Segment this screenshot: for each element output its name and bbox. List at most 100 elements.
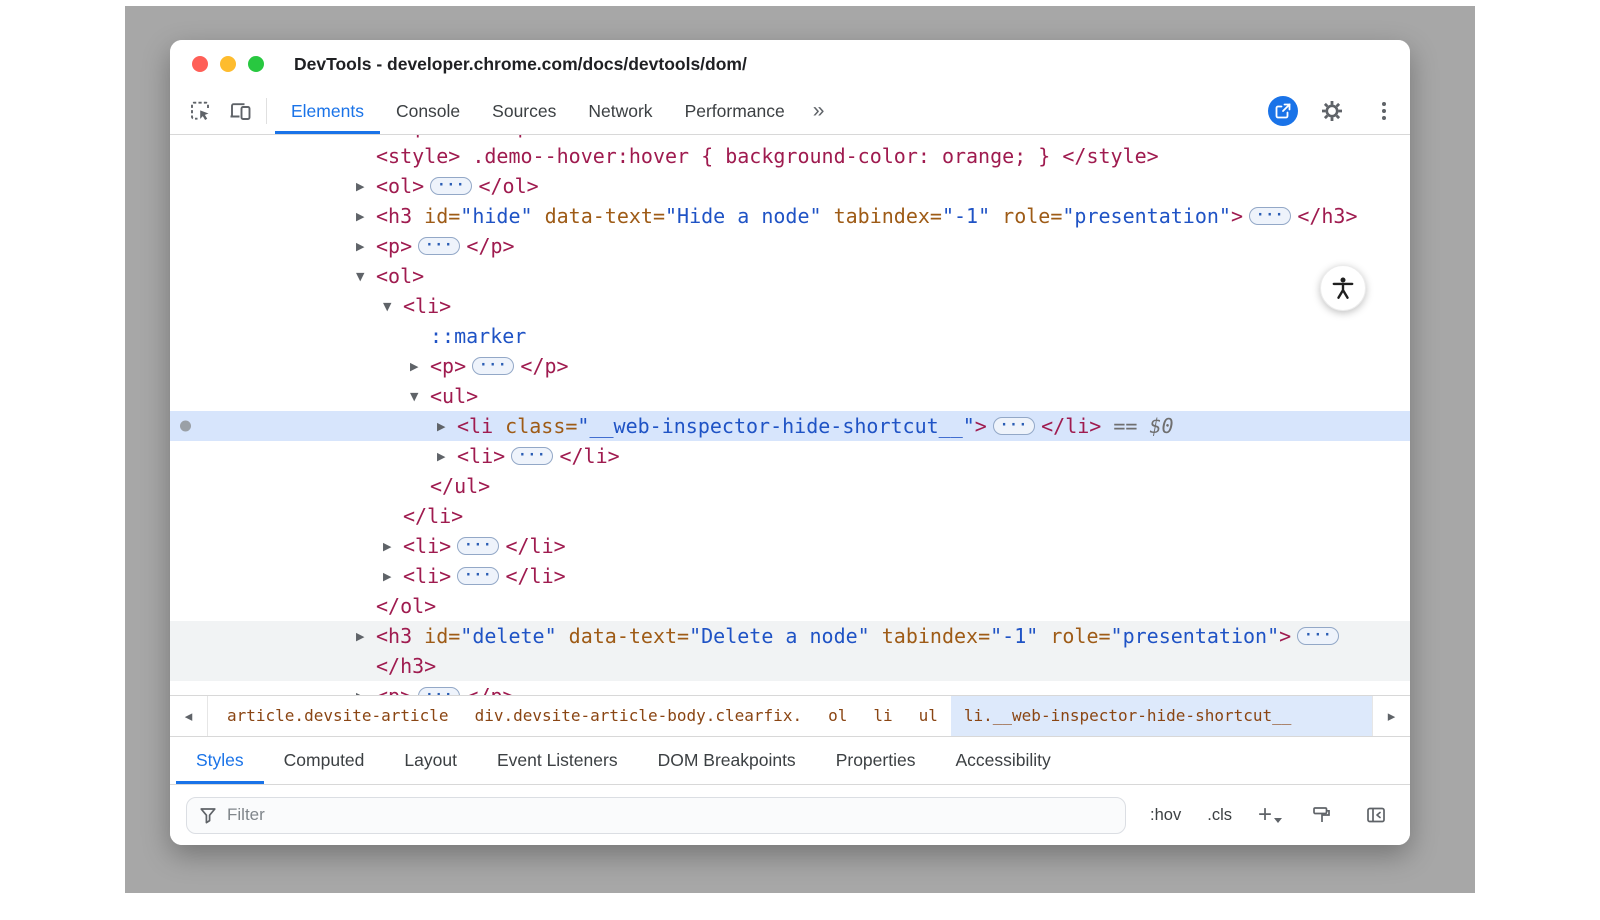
tab-computed[interactable]: Computed xyxy=(264,737,385,784)
code-token-tag: </ul> xyxy=(430,474,490,498)
code-token-pseudo: ::marker xyxy=(430,324,526,348)
sidebar-toggle-button[interactable] xyxy=(1362,801,1390,829)
tab-event-listeners[interactable]: Event Listeners xyxy=(477,737,638,784)
disclosure-down-icon[interactable]: ▼ xyxy=(356,270,376,283)
disclosure-right-icon[interactable]: ▶ xyxy=(437,450,457,463)
tree-row[interactable]: ▼<ul> xyxy=(170,381,1410,411)
zoom-button[interactable] xyxy=(248,56,264,72)
disclosure-right-icon[interactable]: ▶ xyxy=(356,630,376,643)
inspect-element-button[interactable] xyxy=(184,95,216,127)
tree-row[interactable]: ▶<li>···</li> xyxy=(170,441,1410,471)
tab-sources[interactable]: Sources xyxy=(476,88,572,134)
breadcrumb-item[interactable]: li xyxy=(860,696,905,736)
expand-children-button[interactable]: ··· xyxy=(1297,627,1339,645)
filter-input[interactable] xyxy=(227,805,1113,825)
breadcrumb-scroll-right-button[interactable]: ▸ xyxy=(1372,696,1410,736)
tree-row[interactable]: ▼<li> xyxy=(170,291,1410,321)
breadcrumb-item[interactable]: article.devsite-article xyxy=(214,696,462,736)
disclosure-down-icon[interactable]: ▼ xyxy=(410,390,430,403)
disclosure-right-icon[interactable]: ▶ xyxy=(383,540,403,553)
tab-layout[interactable]: Layout xyxy=(384,737,477,784)
breadcrumb-item[interactable]: div.devsite-article-body.clearfix. xyxy=(462,696,816,736)
code-token-val: "hide" xyxy=(460,204,532,228)
tree-row[interactable]: ▶<p>···</p> xyxy=(170,681,1410,695)
code-token-val: "Hide a node" xyxy=(665,204,822,228)
expand-children-button[interactable]: ··· xyxy=(418,687,460,695)
code-token-tag: </h3> xyxy=(376,654,436,678)
tree-row[interactable]: ▶<p>···</p> xyxy=(170,351,1410,381)
breadcrumb-bar: ◂ article.devsite-articlediv.devsite-art… xyxy=(170,695,1410,737)
tree-row[interactable]: ::marker xyxy=(170,321,1410,351)
breadcrumb-item[interactable]: li.__web-inspector-hide-shortcut__ xyxy=(951,696,1372,736)
disclosure-right-icon[interactable]: ▶ xyxy=(356,180,376,193)
code-token-val: "-1" xyxy=(990,624,1038,648)
chevron-left-icon: ◂ xyxy=(185,707,193,725)
tree-row[interactable]: </li> xyxy=(170,501,1410,531)
expand-children-button[interactable]: ··· xyxy=(457,537,499,555)
main-menu-button[interactable] xyxy=(1374,96,1394,126)
title-bar[interactable]: DevTools - developer.chrome.com/docs/dev… xyxy=(170,40,1410,88)
traffic-lights xyxy=(192,56,264,72)
breadcrumb-item[interactable]: ul xyxy=(906,696,951,736)
tree-row[interactable]: ▼<ol> xyxy=(170,261,1410,291)
minimize-button[interactable] xyxy=(220,56,236,72)
code-token-tag: </li> xyxy=(1041,414,1101,438)
disclosure-down-icon[interactable]: ▼ xyxy=(383,300,403,313)
device-toolbar-button[interactable] xyxy=(224,95,256,127)
tab-console[interactable]: Console xyxy=(380,88,476,134)
expand-children-button[interactable]: ··· xyxy=(430,177,472,195)
disclosure-right-icon[interactable]: ▶ xyxy=(437,420,457,433)
tree-row[interactable]: ▶<li>···</li> xyxy=(170,561,1410,591)
expand-children-button[interactable]: ··· xyxy=(511,447,553,465)
element-classes-button[interactable]: .cls xyxy=(1207,806,1232,825)
tree-row[interactable]: ▶<h3 id="hide" data-text="Hide a node" t… xyxy=(170,201,1410,231)
breadcrumb-item[interactable]: ol xyxy=(815,696,860,736)
disclosure-right-icon[interactable]: ▶ xyxy=(410,360,430,373)
tab-network[interactable]: Network xyxy=(572,88,668,134)
tab-elements[interactable]: Elements xyxy=(275,88,380,134)
tab-accessibility[interactable]: Accessibility xyxy=(935,737,1070,784)
accessibility-button[interactable] xyxy=(1320,265,1366,311)
code-token-attr: tabindex= xyxy=(822,204,942,228)
expand-children-button[interactable]: ··· xyxy=(1249,207,1291,225)
tree-row[interactable]: </h3> xyxy=(170,651,1410,681)
disclosure-right-icon[interactable]: ▶ xyxy=(356,210,376,223)
tree-row[interactable]: </ul> xyxy=(170,471,1410,501)
chevron-right-icon: ▸ xyxy=(1388,707,1396,725)
code-token-attr: id= xyxy=(412,624,460,648)
code-token-attr: role= xyxy=(990,204,1062,228)
code-token-css: .demo--hover:hover { background-color: o… xyxy=(460,144,1062,168)
code-token-attr: id= xyxy=(412,204,460,228)
disclosure-right-icon[interactable]: ▶ xyxy=(356,240,376,253)
toolbar-right-controls xyxy=(1268,95,1410,127)
tab-properties[interactable]: Properties xyxy=(816,737,936,784)
tab-performance[interactable]: Performance xyxy=(669,88,801,134)
paint-roller-button[interactable] xyxy=(1308,801,1336,829)
expand-children-button[interactable]: ··· xyxy=(993,417,1035,435)
tree-row[interactable]: ▶<li class="__web-inspector-hide-shortcu… xyxy=(170,411,1410,441)
open-in-new-button[interactable] xyxy=(1268,96,1298,126)
tree-row[interactable]: <style> .demo--hover:hover { background-… xyxy=(170,141,1410,171)
tree-row[interactable]: ▶<ol>···</ol> xyxy=(170,171,1410,201)
tab-styles[interactable]: Styles xyxy=(176,737,264,784)
disclosure-right-icon[interactable]: ▶ xyxy=(383,570,403,583)
code-token-tag: <li> xyxy=(403,294,451,318)
breadcrumb-scroll-left-button[interactable]: ◂ xyxy=(170,696,208,736)
expand-children-button[interactable]: ··· xyxy=(457,567,499,585)
expand-children-button[interactable]: ··· xyxy=(418,237,460,255)
settings-button[interactable] xyxy=(1316,95,1348,127)
tree-row[interactable]: ▶<li>···</li> xyxy=(170,531,1410,561)
toggle-element-state-button[interactable]: :hov xyxy=(1150,806,1181,825)
close-button[interactable] xyxy=(192,56,208,72)
devtools-toolbar: ElementsConsoleSourcesNetworkPerformance… xyxy=(170,88,1410,135)
tab-dom-breakpoints[interactable]: DOM Breakpoints xyxy=(638,737,816,784)
tree-row[interactable]: </ol> xyxy=(170,591,1410,621)
new-style-rule-button[interactable]: + xyxy=(1258,805,1282,825)
more-tabs-button[interactable]: » xyxy=(801,88,837,134)
tree-row[interactable]: ▶<p>···</p> xyxy=(170,231,1410,261)
tree-row[interactable]: ▶<h3 id="delete" data-text="Delete a nod… xyxy=(170,621,1410,651)
expand-children-button[interactable]: ··· xyxy=(472,357,514,375)
disclosure-right-icon[interactable]: ▶ xyxy=(356,690,376,696)
styles-toolbar: :hov .cls + xyxy=(170,785,1410,845)
sidebar-tab-bar: StylesComputedLayoutEvent ListenersDOM B… xyxy=(170,737,1410,785)
